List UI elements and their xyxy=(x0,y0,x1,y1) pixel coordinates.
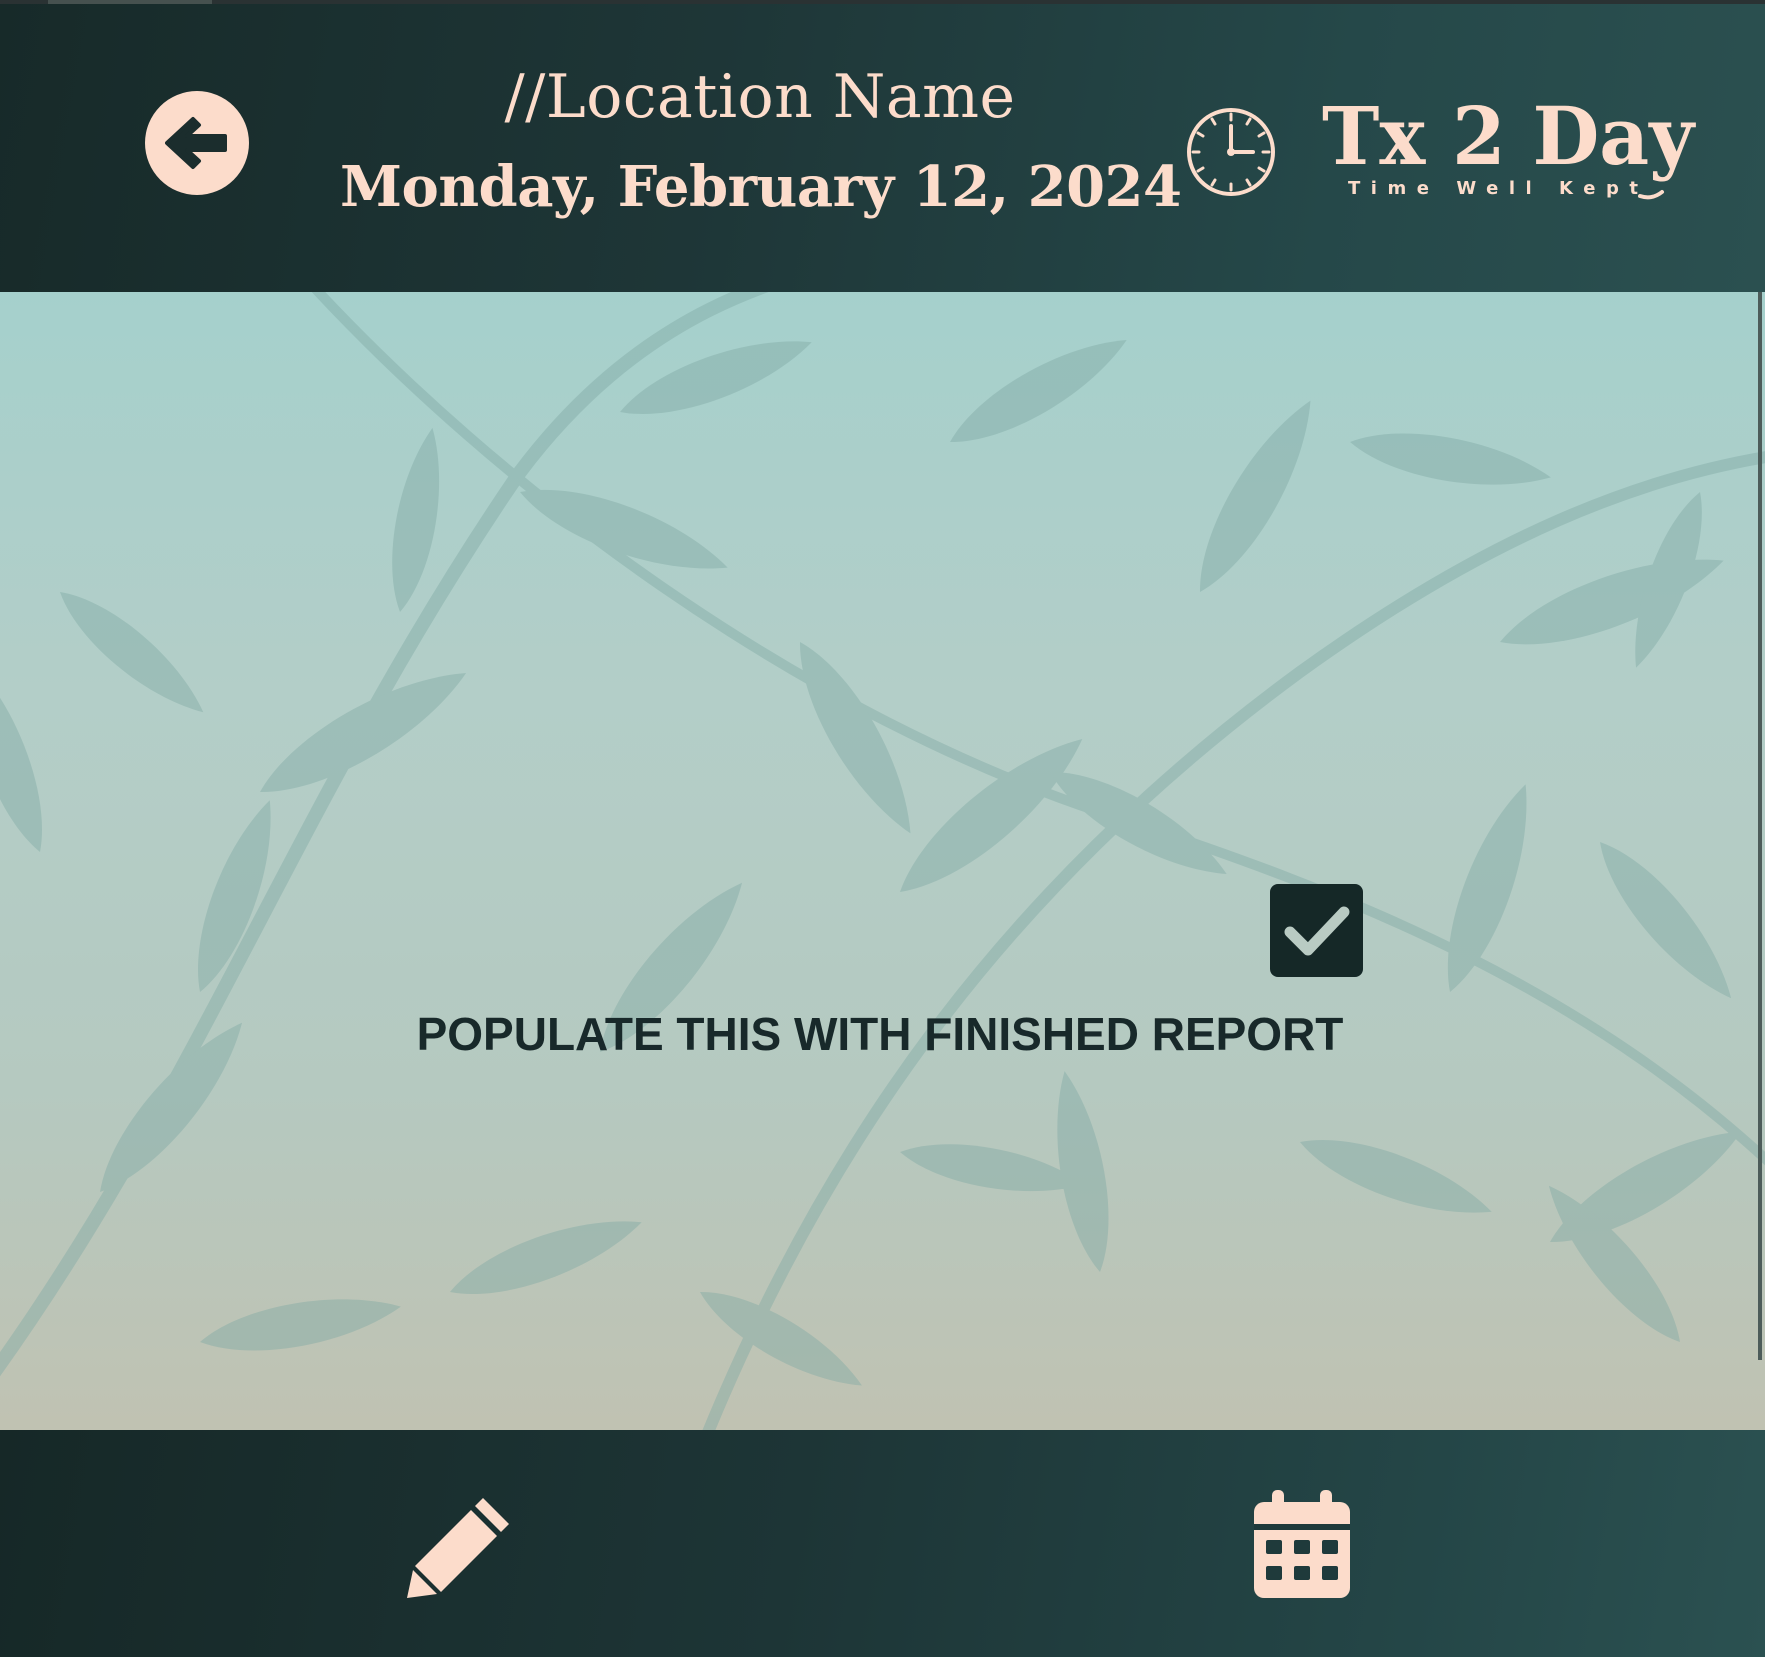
arrow-left-icon xyxy=(165,117,227,169)
report-placeholder-text: POPULATE THIS WITH FINISHED REPORT xyxy=(416,1008,1344,1060)
clock-icon xyxy=(1187,108,1275,196)
logo-title: Tx 2 Day xyxy=(1322,89,1696,183)
calendar-icon[interactable] xyxy=(1252,1488,1352,1600)
header-bar: //Location Name Monday, February 12, 202… xyxy=(0,4,1765,292)
scrollbar[interactable] xyxy=(1758,292,1762,1360)
pencil-icon[interactable] xyxy=(405,1488,517,1600)
leaf-pattern-background xyxy=(0,292,1765,1430)
back-button[interactable] xyxy=(145,91,249,195)
confirm-checkbox[interactable] xyxy=(1270,884,1363,977)
report-area: POPULATE THIS WITH FINISHED REPORT xyxy=(0,292,1765,1430)
current-date: Monday, February 12, 2024 xyxy=(340,154,1182,220)
location-name: //Location Name xyxy=(504,62,1016,132)
app-logo: Tx 2 Day Time Well Kept xyxy=(1322,89,1696,200)
footer-bar xyxy=(0,1430,1765,1657)
logo-tagline: Time Well Kept xyxy=(1348,178,1638,199)
checkmark-icon xyxy=(1284,906,1349,955)
